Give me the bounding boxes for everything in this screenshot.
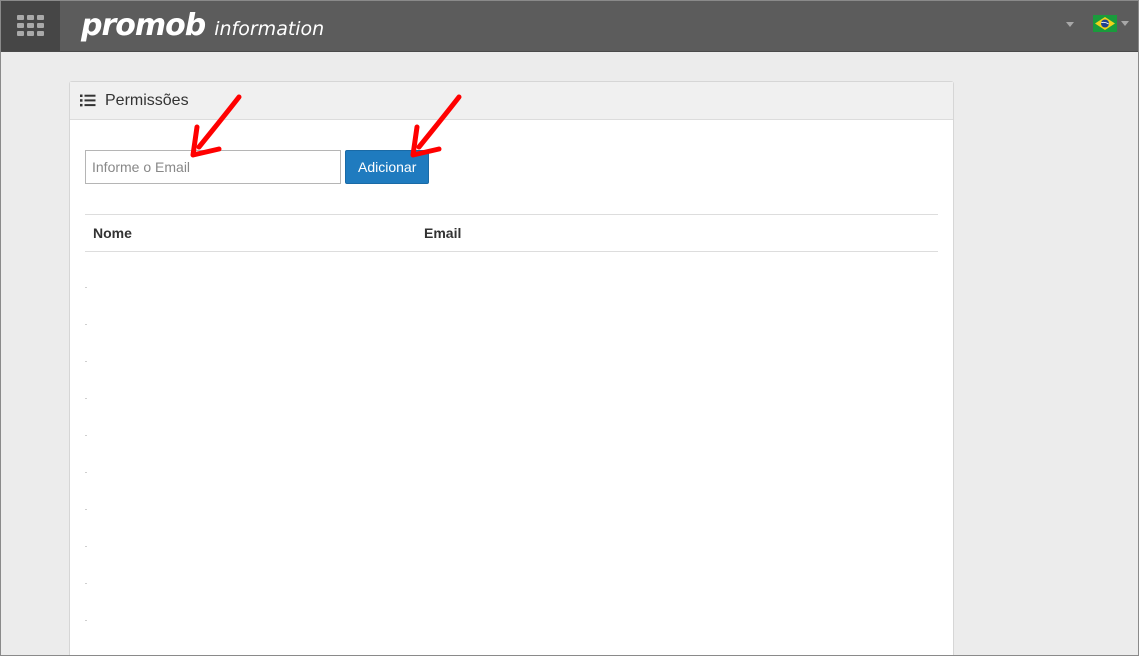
- column-header-nome[interactable]: Nome: [85, 225, 416, 241]
- table-row: [85, 326, 938, 363]
- caret-down-icon: [1066, 21, 1074, 27]
- add-permission-form: Adicionar: [85, 150, 430, 184]
- table-row: [85, 289, 938, 326]
- permissions-panel: Permissões Adicionar Nome Email: [69, 81, 954, 655]
- user-menu-toggle[interactable]: [1064, 18, 1076, 30]
- logo-product: information: [214, 18, 325, 40]
- panel-heading: Permissões: [70, 82, 953, 120]
- caret-down-icon: [1121, 20, 1129, 26]
- permissions-table: Nome Email: [85, 214, 938, 622]
- brazil-flag-icon: [1093, 14, 1117, 32]
- logo-brand: promob: [81, 8, 206, 43]
- list-icon: [80, 94, 96, 107]
- email-input[interactable]: [85, 150, 341, 184]
- table-row: [85, 474, 938, 511]
- add-button[interactable]: Adicionar: [345, 150, 430, 184]
- app-window: promob information Permissões Informe o …: [0, 0, 1139, 656]
- promob-logo[interactable]: promob information: [81, 7, 324, 45]
- table-header: Nome Email: [85, 214, 938, 252]
- table-row: [85, 548, 938, 585]
- table-row: [85, 585, 938, 622]
- table-row: [85, 363, 938, 400]
- column-header-email[interactable]: Email: [416, 225, 461, 241]
- top-navbar: promob information: [1, 1, 1138, 52]
- table-row: [85, 400, 938, 437]
- table-row: [85, 511, 938, 548]
- table-row: [85, 437, 938, 474]
- table-body: [85, 252, 938, 622]
- table-row: [85, 252, 938, 289]
- panel-title: Permissões: [105, 91, 189, 109]
- language-selector[interactable]: [1093, 13, 1133, 33]
- grid-icon: [16, 15, 44, 36]
- apps-menu-button[interactable]: [1, 1, 60, 51]
